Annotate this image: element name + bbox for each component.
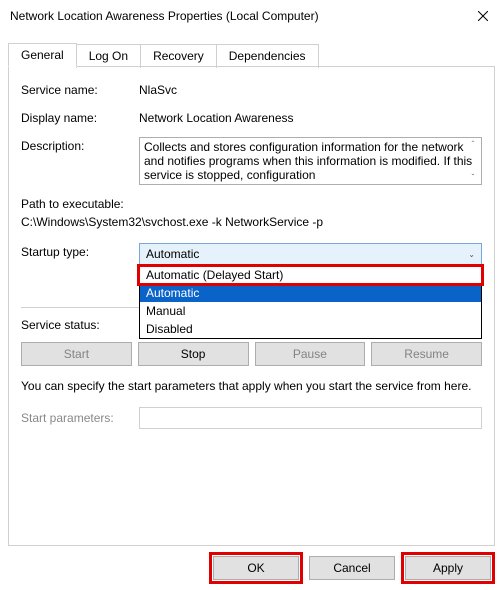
stop-button[interactable]: Stop — [138, 342, 249, 366]
close-icon — [478, 11, 488, 21]
start-button: Start — [21, 342, 132, 366]
chevron-down-icon: ⌄ — [468, 250, 475, 259]
startup-type-label: Startup type: — [21, 243, 139, 259]
description-scrollbar[interactable]: ˆ ˇ — [467, 140, 479, 182]
close-button[interactable] — [463, 0, 503, 32]
startup-option-manual[interactable]: Manual — [140, 302, 481, 320]
service-name-label: Service name: — [21, 81, 139, 97]
tab-recovery[interactable]: Recovery — [140, 44, 217, 68]
description-box[interactable]: Collects and stores configuration inform… — [139, 137, 482, 185]
service-status-label: Service status: — [21, 316, 139, 332]
cancel-button[interactable]: Cancel — [309, 556, 395, 580]
description-text: Collects and stores configuration inform… — [144, 140, 472, 182]
start-parameters-input — [139, 407, 482, 429]
startup-option-delayed[interactable]: Automatic (Delayed Start) — [140, 266, 481, 284]
display-name-label: Display name: — [21, 109, 139, 125]
display-name-value: Network Location Awareness — [139, 109, 482, 125]
startup-type-listbox[interactable]: Automatic (Delayed Start) Automatic Manu… — [139, 265, 482, 339]
path-value: C:\Windows\System32\svchost.exe -k Netwo… — [21, 215, 482, 229]
start-parameters-label: Start parameters: — [21, 407, 139, 425]
hint-text: You can specify the start parameters tha… — [21, 378, 482, 395]
apply-button[interactable]: Apply — [405, 556, 491, 580]
tab-strip: General Log On Recovery Dependencies — [8, 42, 495, 66]
scroll-down-icon[interactable]: ˇ — [467, 173, 479, 182]
titlebar: Network Location Awareness Properties (L… — [0, 0, 503, 32]
window-title: Network Location Awareness Properties (L… — [10, 9, 319, 23]
scroll-up-icon[interactable]: ˆ — [467, 140, 479, 149]
ok-button[interactable]: OK — [213, 556, 299, 580]
startup-option-disabled[interactable]: Disabled — [140, 320, 481, 338]
service-name-value: NlaSvc — [139, 81, 482, 97]
tab-general[interactable]: General — [8, 43, 77, 67]
tab-dependencies[interactable]: Dependencies — [216, 44, 319, 68]
tab-panel: Service name: NlaSvc Display name: Netwo… — [8, 66, 495, 546]
startup-type-dropdown[interactable]: Automatic ⌄ — [139, 243, 482, 265]
tab-logon[interactable]: Log On — [76, 44, 141, 68]
startup-type-selected: Automatic — [146, 247, 199, 261]
path-label: Path to executable: — [21, 197, 482, 211]
description-label: Description: — [21, 137, 139, 153]
dialog-footer: OK Cancel Apply — [0, 546, 503, 590]
pause-button: Pause — [255, 342, 366, 366]
startup-option-automatic[interactable]: Automatic — [140, 284, 481, 302]
resume-button: Resume — [371, 342, 482, 366]
